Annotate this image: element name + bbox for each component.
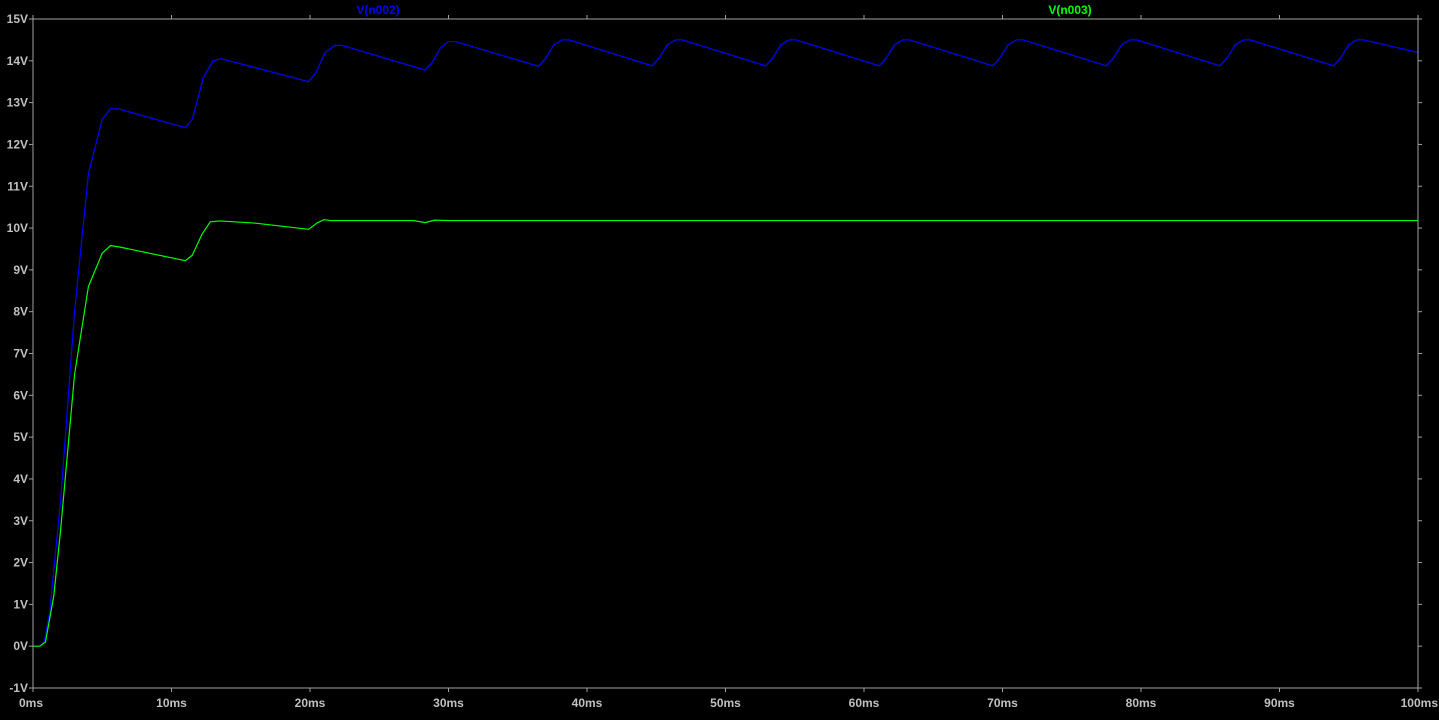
axis-ticks: -1V 0V 1V 2V 3V 4V 5V 6V 7V 8V 9V 10V 11V 12V 13V 14V 15… xyxy=(7,12,1439,710)
y-tick-label: 7V xyxy=(13,347,28,361)
waveform-plot[interactable]: V(n002) V(n003) -1V 0V 1V 2V 3V 4V 5V 6V 7V 8V 9V 10… xyxy=(0,0,1439,715)
x-tick-label: 10ms xyxy=(156,696,187,710)
x-tick-label: 60ms xyxy=(849,696,880,710)
y-tick-label: 0V xyxy=(13,639,28,653)
y-tick-label: 13V xyxy=(7,96,28,110)
x-tick-label: 90ms xyxy=(1264,696,1295,710)
y-tick-label: 4V xyxy=(13,472,28,486)
plot-frame xyxy=(32,18,1419,689)
y-tick-label: -1V xyxy=(9,681,28,695)
series-line-vn003 xyxy=(33,219,1418,647)
y-tick-label: 6V xyxy=(13,388,28,402)
y-tick-label: 10V xyxy=(7,221,28,235)
x-tick-label: 50ms xyxy=(710,696,741,710)
waveform-chart[interactable]: V(n002) V(n003) -1V 0V 1V 2V 3V 4V 5V 6V 7V 8V 9V 10… xyxy=(0,0,1439,715)
y-tick-label: 5V xyxy=(13,430,28,444)
y-tick-label: 8V xyxy=(13,305,28,319)
x-tick-label: 30ms xyxy=(433,696,464,710)
x-tick-label: 70ms xyxy=(987,696,1018,710)
x-tick-label: 100ms xyxy=(1401,696,1439,710)
x-tick-label: 80ms xyxy=(1126,696,1157,710)
x-tick-label: 0ms xyxy=(19,696,43,710)
x-tick-label: 40ms xyxy=(572,696,603,710)
series-line-vn002 xyxy=(33,39,1419,647)
y-tick-label: 15V xyxy=(7,12,28,26)
y-tick-label: 2V xyxy=(13,556,28,570)
x-tick-label: 20ms xyxy=(295,696,326,710)
y-tick-label: 11V xyxy=(7,179,28,193)
y-tick-label: 14V xyxy=(7,54,28,68)
y-tick-label: 12V xyxy=(7,137,28,151)
legend: V(n002) V(n003) xyxy=(356,3,1091,17)
y-tick-label: 1V xyxy=(13,597,28,611)
y-tick-label: 3V xyxy=(13,514,28,528)
traces xyxy=(33,39,1419,647)
legend-label-vn002: V(n002) xyxy=(356,3,399,17)
y-tick-label: 9V xyxy=(13,263,28,277)
legend-label-vn003: V(n003) xyxy=(1048,3,1091,17)
